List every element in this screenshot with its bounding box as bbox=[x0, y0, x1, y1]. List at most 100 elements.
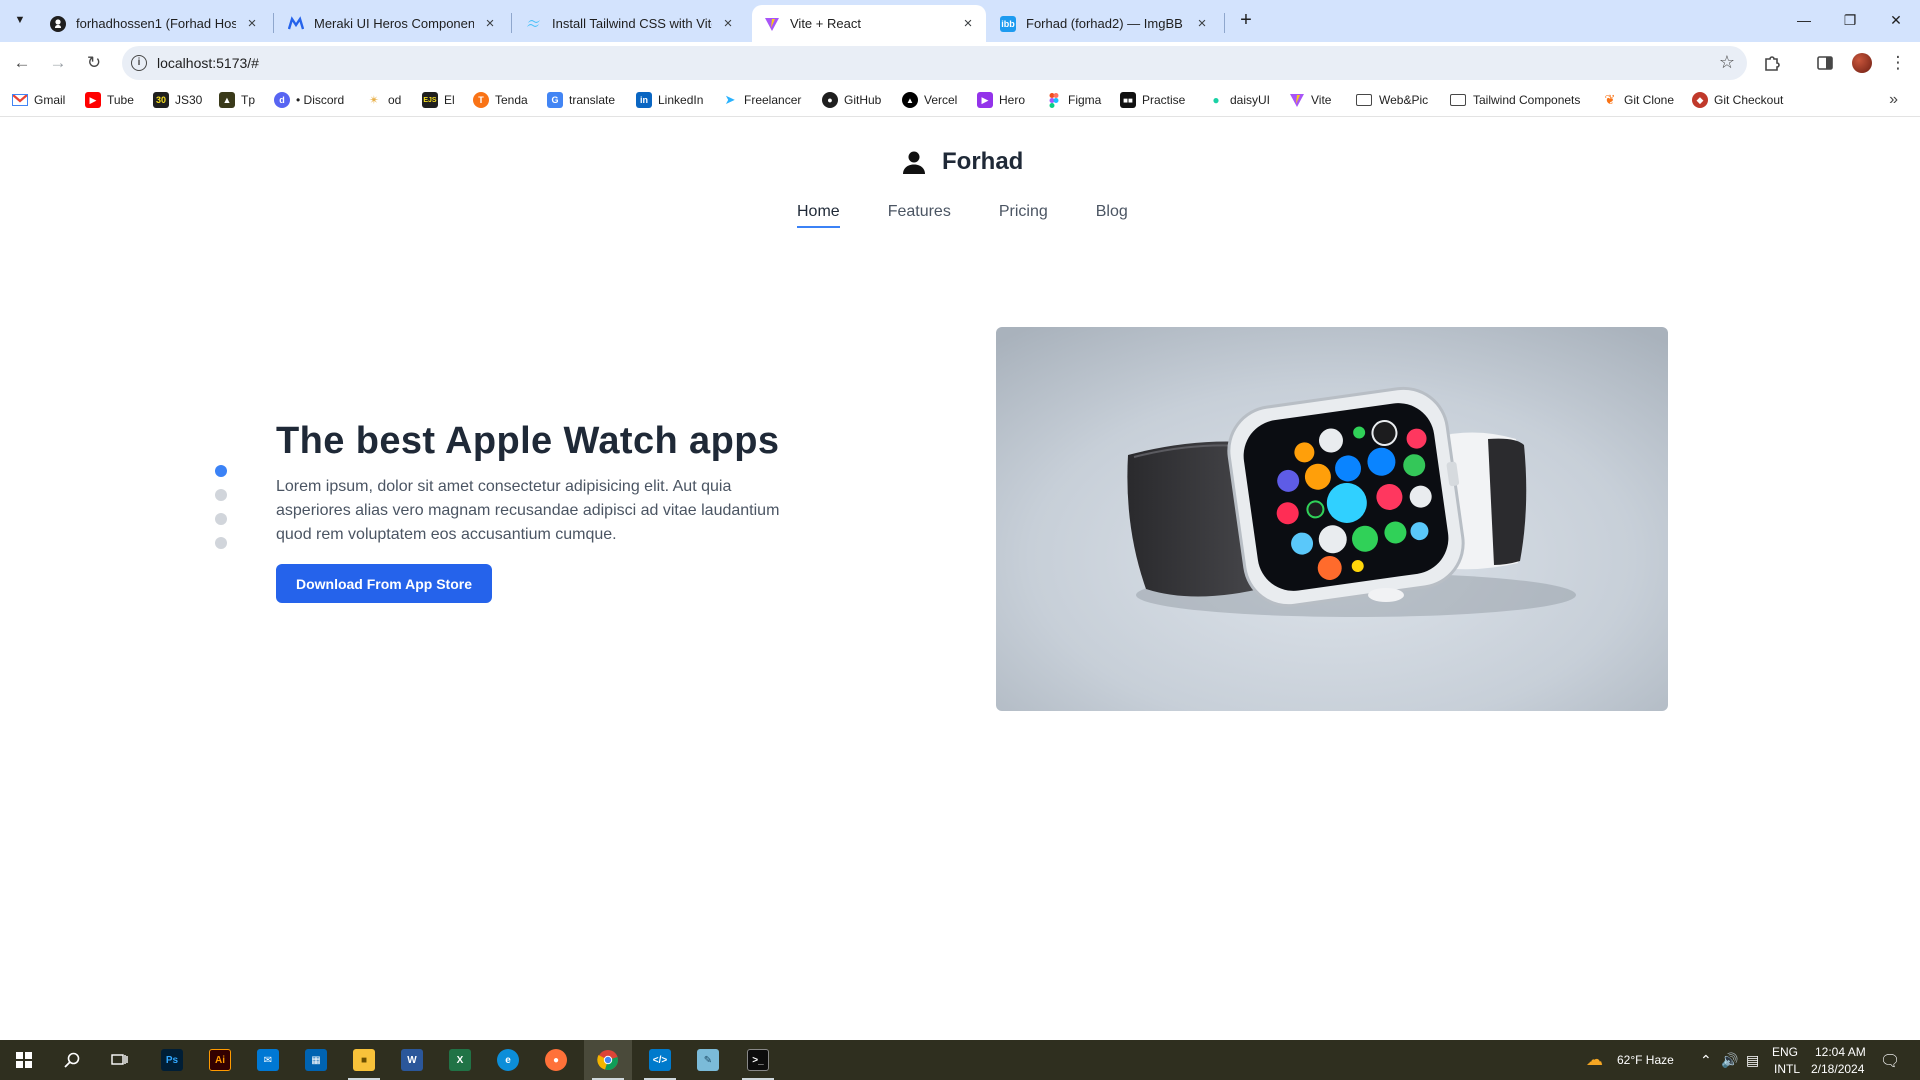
bookmark-vercel[interactable]: ▲ Vercel bbox=[902, 91, 957, 109]
bookmark-vite[interactable]: Vite bbox=[1289, 91, 1331, 109]
mail-icon[interactable]: ✉ bbox=[244, 1040, 292, 1080]
terminal-icon[interactable]: >_ bbox=[734, 1040, 782, 1080]
nav-link-pricing[interactable]: Pricing bbox=[999, 203, 1048, 228]
new-tab-plus-icon[interactable]: + bbox=[1234, 9, 1258, 33]
clock-time[interactable]: 12:04 AM bbox=[1815, 1045, 1866, 1059]
bookmark-folder-webpic[interactable]: Web&Pic bbox=[1356, 91, 1428, 109]
nav-link-home[interactable]: Home bbox=[797, 203, 840, 228]
side-panel-icon[interactable] bbox=[1813, 51, 1837, 75]
tab-close-icon[interactable]: × bbox=[1194, 15, 1210, 32]
url-text[interactable]: localhost:5173/# bbox=[157, 55, 259, 71]
tray-overflow-chevron-icon[interactable]: ⌃ bbox=[1700, 1052, 1712, 1069]
bookmark-linkedin[interactable]: in LinkedIn bbox=[636, 91, 703, 109]
address-bar[interactable]: i localhost:5173/# ☆ bbox=[122, 46, 1747, 80]
imgbb-icon: ibb bbox=[1000, 15, 1016, 32]
word-icon[interactable]: W bbox=[388, 1040, 436, 1080]
bookmark-hero[interactable]: ▶ Hero bbox=[977, 91, 1025, 109]
tailwind-icon bbox=[526, 16, 542, 32]
bookmark-label: El bbox=[444, 93, 455, 107]
bookmark-label: JS30 bbox=[175, 93, 203, 107]
tab-close-icon[interactable]: × bbox=[960, 15, 976, 32]
weather-text[interactable]: 62°F Haze bbox=[1617, 1053, 1674, 1067]
bookmark-tp[interactable]: ▲ Tp bbox=[219, 91, 255, 109]
nav-link-blog[interactable]: Blog bbox=[1096, 203, 1128, 228]
tab-close-icon[interactable]: × bbox=[720, 15, 736, 32]
bookmark-git-clone[interactable]: ❦ Git Clone bbox=[1602, 91, 1674, 109]
bookmark-git-checkout[interactable]: ◆ Git Checkout bbox=[1692, 91, 1783, 109]
browser-toolbar: ← → ↻ i localhost:5173/# ☆ ⋮ bbox=[0, 42, 1920, 84]
browser-tab-strip: ▼ forhadhossen1 (Forhad Hosse × Meraki U… bbox=[0, 0, 1920, 42]
bookmark-github[interactable]: ● GitHub bbox=[822, 91, 881, 109]
store-icon[interactable]: ▦ bbox=[292, 1040, 340, 1080]
carousel-dot-2[interactable] bbox=[215, 489, 227, 501]
bookmark-tenda[interactable]: T Tenda bbox=[473, 91, 528, 109]
carousel-dot-1[interactable] bbox=[215, 465, 227, 477]
bookmark-discord[interactable]: d • Discord bbox=[274, 91, 344, 109]
nav-link-features[interactable]: Features bbox=[888, 203, 951, 228]
language-code[interactable]: ENG bbox=[1772, 1045, 1798, 1059]
browser-tab[interactable]: Install Tailwind CSS with Vite - T × bbox=[514, 5, 746, 42]
extensions-puzzle-icon[interactable] bbox=[1760, 51, 1784, 75]
freelancer-icon: ➤ bbox=[724, 92, 736, 107]
bookmark-freelancer[interactable]: ➤ Freelancer bbox=[722, 91, 802, 109]
volume-icon[interactable]: 🔊 bbox=[1721, 1052, 1738, 1069]
kebab-menu-icon[interactable]: ⋮ bbox=[1886, 51, 1910, 75]
bookmark-star-icon[interactable]: ☆ bbox=[1719, 52, 1735, 73]
bookmark-gmail[interactable]: Gmail bbox=[12, 91, 65, 109]
browser-tab[interactable]: ibb Forhad (forhad2) — ImgBB × bbox=[988, 5, 1220, 42]
browser-tab[interactable]: Meraki UI Heros Components | × bbox=[276, 5, 508, 42]
network-icon[interactable]: ▤ bbox=[1746, 1052, 1759, 1069]
firefox-icon[interactable]: ● bbox=[532, 1040, 580, 1080]
weather-icon[interactable]: ☁ bbox=[1586, 1050, 1603, 1070]
hero-description: Lorem ipsum, dolor sit amet consectetur … bbox=[276, 478, 780, 543]
site-brand[interactable]: Forhad bbox=[902, 148, 1023, 176]
edge-icon[interactable]: e bbox=[484, 1040, 532, 1080]
bookmark-folder-tailwind[interactable]: Tailwind Componets bbox=[1450, 91, 1580, 109]
bookmark-practise[interactable]: ■■ Practise bbox=[1120, 91, 1185, 109]
site-info-icon[interactable]: i bbox=[131, 55, 147, 71]
bookmarks-bar: Gmail ▶ Tube 30 JS30 ▲ Tp d • Discord ✴ od EJ… bbox=[0, 84, 1920, 117]
youtube-icon: ▶ bbox=[85, 92, 101, 108]
tab-close-icon[interactable]: × bbox=[244, 15, 260, 32]
tab-title: forhadhossen1 (Forhad Hosse bbox=[76, 16, 236, 31]
carousel-dot-3[interactable] bbox=[215, 513, 227, 525]
window-close-icon[interactable]: ✕ bbox=[1873, 0, 1919, 40]
tab-search-chevron-icon[interactable]: ▼ bbox=[9, 9, 31, 31]
chrome-icon[interactable] bbox=[584, 1040, 632, 1080]
search-icon[interactable] bbox=[48, 1040, 96, 1080]
illustrator-icon[interactable]: Ai bbox=[196, 1040, 244, 1080]
vercel-icon: ▲ bbox=[902, 92, 918, 108]
keyboard-layout[interactable]: INTL bbox=[1774, 1062, 1800, 1076]
profile-avatar[interactable] bbox=[1852, 53, 1872, 73]
bookmark-daisyui[interactable]: ● daisyUI bbox=[1208, 91, 1270, 109]
github-icon: ● bbox=[822, 92, 838, 108]
bookmark-label: Git Checkout bbox=[1714, 93, 1784, 107]
bookmark-translate[interactable]: Gtranslate bbox=[547, 91, 615, 109]
notepad-icon[interactable]: ✎ bbox=[684, 1040, 732, 1080]
bookmark-label: Vercel bbox=[924, 93, 958, 107]
bookmark-ejs[interactable]: EJS El bbox=[422, 91, 455, 109]
restore-icon[interactable]: ❐ bbox=[1827, 0, 1873, 40]
reload-icon[interactable]: ↻ bbox=[80, 49, 108, 77]
task-view-icon[interactable] bbox=[96, 1040, 144, 1080]
vscode-icon[interactable]: </> bbox=[636, 1040, 684, 1080]
bookmark-figma[interactable]: Figma bbox=[1046, 91, 1101, 109]
clock-date[interactable]: 2/18/2024 bbox=[1811, 1062, 1864, 1076]
bookmarks-overflow-chevron-icon[interactable]: » bbox=[1889, 91, 1898, 109]
excel-icon[interactable]: X bbox=[436, 1040, 484, 1080]
photoshop-icon[interactable]: Ps bbox=[148, 1040, 196, 1080]
browser-tab-active[interactable]: Vite + React × bbox=[752, 5, 986, 42]
bookmark-od[interactable]: ✴ od bbox=[366, 91, 401, 109]
tab-close-icon[interactable]: × bbox=[482, 15, 498, 32]
notifications-icon[interactable]: 🗨 bbox=[1880, 1051, 1900, 1071]
bookmark-js30[interactable]: 30 JS30 bbox=[153, 91, 202, 109]
browser-tab[interactable]: forhadhossen1 (Forhad Hosse × bbox=[38, 5, 270, 42]
file-explorer-icon[interactable]: ■ bbox=[340, 1040, 388, 1080]
bookmark-tube[interactable]: ▶ Tube bbox=[85, 91, 134, 109]
windows-start-icon[interactable] bbox=[0, 1040, 48, 1080]
forward-arrow-icon[interactable]: → bbox=[44, 49, 72, 77]
download-app-store-button[interactable]: Download From App Store bbox=[276, 564, 492, 603]
back-arrow-icon[interactable]: ← bbox=[8, 49, 36, 77]
minimize-icon[interactable]: — bbox=[1781, 0, 1827, 40]
carousel-dot-4[interactable] bbox=[215, 537, 227, 549]
